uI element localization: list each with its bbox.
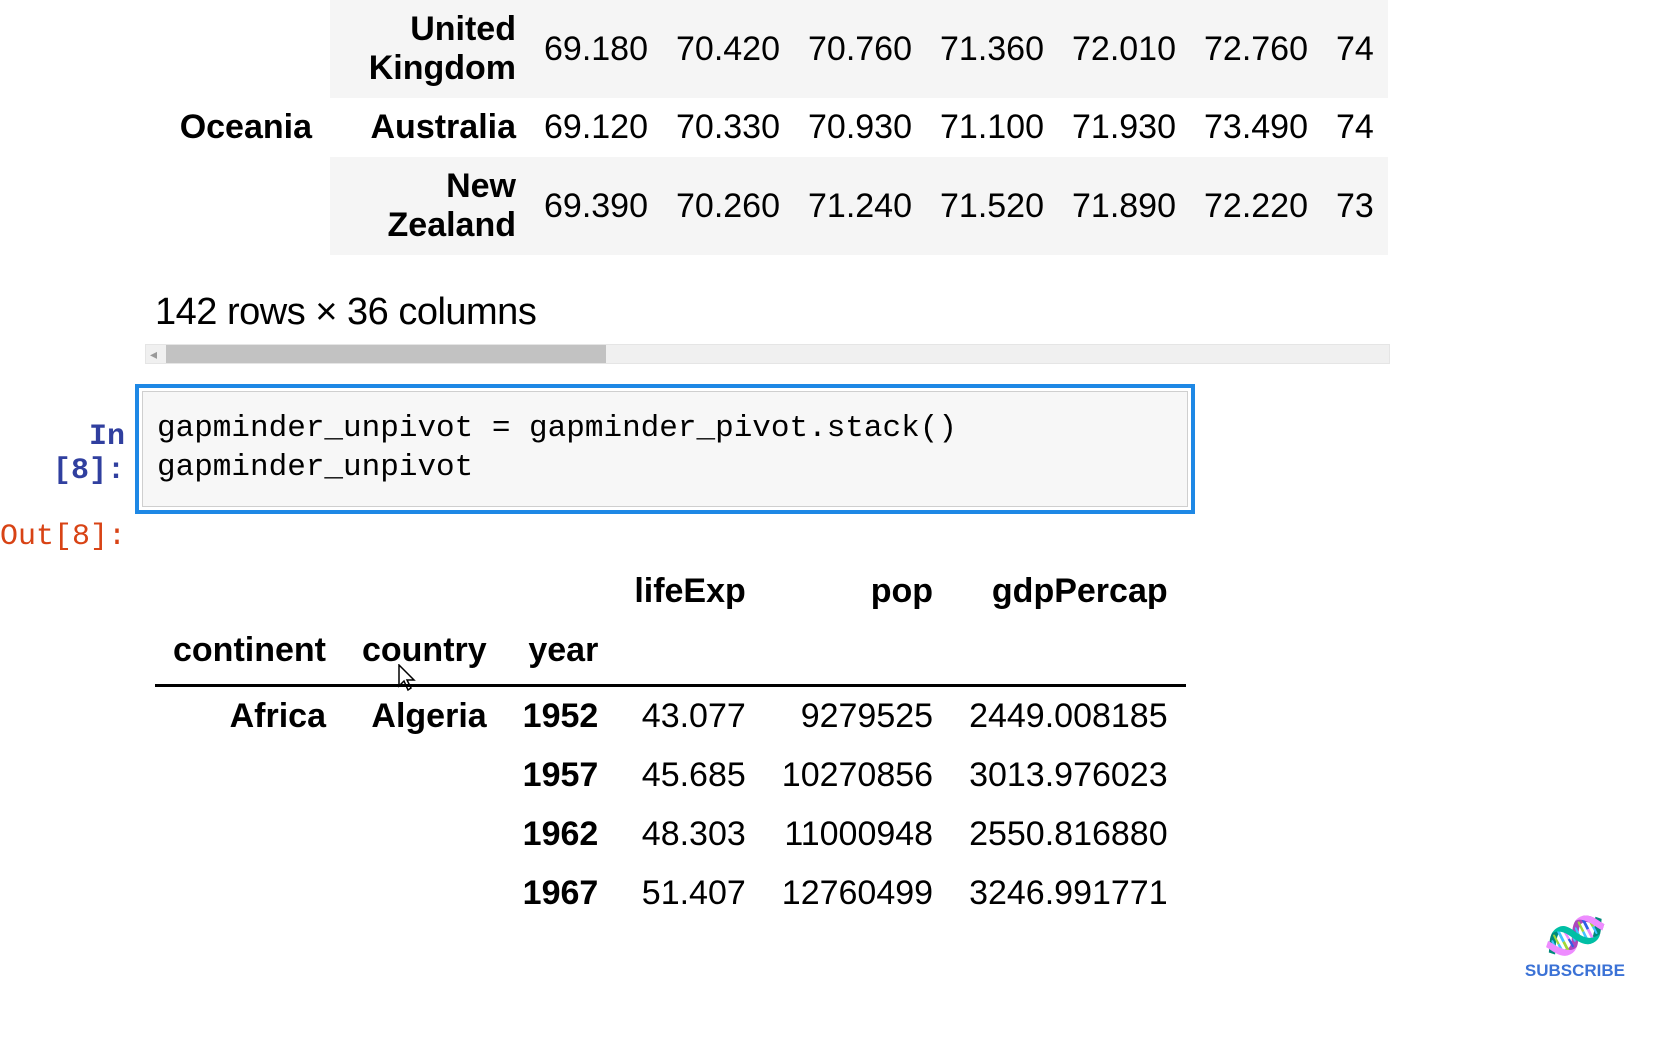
output-prompt: Out[8]: xyxy=(0,514,135,554)
value-cell: 71.100 xyxy=(926,98,1058,157)
pop-cell: 11000948 xyxy=(764,805,951,864)
gdpPercap-cell: 3013.976023 xyxy=(951,746,1186,805)
value-cell: 71.890 xyxy=(1058,157,1190,255)
table-row: United Kingdom69.18070.42070.76071.36072… xyxy=(155,0,1388,98)
value-cell: 74 xyxy=(1322,98,1388,157)
value-cell: 70.260 xyxy=(662,157,794,255)
scroll-left-arrow[interactable]: ◂ xyxy=(150,346,157,363)
value-cell: 69.120 xyxy=(530,98,662,157)
pop-cell: 12760499 xyxy=(764,864,951,923)
subscribe-badge[interactable]: 🧬 SUBSCRIBE xyxy=(1525,915,1625,981)
value-cell: 71.520 xyxy=(926,157,1058,255)
lifeExp-cell: 48.303 xyxy=(616,805,763,864)
value-cell: 72.010 xyxy=(1058,0,1190,98)
index-header: country xyxy=(344,621,505,686)
column-header xyxy=(155,562,344,621)
lifeExp-cell: 45.685 xyxy=(616,746,763,805)
code-cell: In [8]: gapminder_unpivot = gapminder_pi… xyxy=(0,384,1680,514)
dataframe-dimensions: 142 rows × 36 columns xyxy=(155,291,1680,334)
country-cell xyxy=(344,805,505,864)
country-cell: Australia xyxy=(330,98,530,157)
column-header: lifeExp xyxy=(616,562,763,621)
pop-cell: 10270856 xyxy=(764,746,951,805)
continent-cell xyxy=(155,157,330,255)
column-header xyxy=(344,562,505,621)
continent-cell: Oceania xyxy=(155,98,330,157)
table-row: 196751.407127604993246.991771 xyxy=(155,864,1186,923)
continent-cell xyxy=(155,746,344,805)
index-header xyxy=(764,621,951,686)
table-row: New Zealand69.39070.26071.24071.52071.89… xyxy=(155,157,1388,255)
table-row: 196248.303110009482550.816880 xyxy=(155,805,1186,864)
scroll-thumb[interactable] xyxy=(166,345,606,363)
column-header: pop xyxy=(764,562,951,621)
lower-dataframe-table: lifeExppopgdpPercap continentcountryyear… xyxy=(155,562,1186,923)
value-cell: 72.760 xyxy=(1190,0,1322,98)
value-cell: 71.930 xyxy=(1058,98,1190,157)
value-cell: 73.490 xyxy=(1190,98,1322,157)
gdpPercap-cell: 2550.816880 xyxy=(951,805,1186,864)
horizontal-scrollbar[interactable]: ◂ xyxy=(145,344,1390,364)
continent-cell xyxy=(155,0,330,98)
notebook-output-area: United Kingdom69.18070.42070.76071.36072… xyxy=(0,0,1680,923)
index-header xyxy=(951,621,1186,686)
year-cell: 1967 xyxy=(505,864,617,923)
code-editor[interactable]: gapminder_unpivot = gapminder_pivot.stac… xyxy=(142,391,1188,507)
year-cell: 1952 xyxy=(505,685,617,746)
value-cell: 72.220 xyxy=(1190,157,1322,255)
country-cell: United Kingdom xyxy=(330,0,530,98)
index-header xyxy=(616,621,763,686)
code-container-selected[interactable]: gapminder_unpivot = gapminder_pivot.stac… xyxy=(135,384,1195,514)
continent-cell xyxy=(155,805,344,864)
country-cell xyxy=(344,746,505,805)
index-header: continent xyxy=(155,621,344,686)
value-cell: 73 xyxy=(1322,157,1388,255)
value-cell: 70.420 xyxy=(662,0,794,98)
country-cell: New Zealand xyxy=(330,157,530,255)
value-cell: 71.240 xyxy=(794,157,926,255)
column-header: gdpPercap xyxy=(951,562,1186,621)
upper-dataframe-table: United Kingdom69.18070.42070.76071.36072… xyxy=(155,0,1388,255)
value-cell: 69.180 xyxy=(530,0,662,98)
value-cell: 70.760 xyxy=(794,0,926,98)
table-row: AfricaAlgeria195243.07792795252449.00818… xyxy=(155,685,1186,746)
year-cell: 1957 xyxy=(505,746,617,805)
country-cell xyxy=(344,864,505,923)
value-cell: 74 xyxy=(1322,0,1388,98)
continent-cell xyxy=(155,864,344,923)
value-cell: 70.930 xyxy=(794,98,926,157)
input-prompt: In [8]: xyxy=(0,384,135,514)
index-header: year xyxy=(505,621,617,686)
continent-cell: Africa xyxy=(155,685,344,746)
value-cell: 71.360 xyxy=(926,0,1058,98)
table-row: OceaniaAustralia69.12070.33070.93071.100… xyxy=(155,98,1388,157)
country-cell: Algeria xyxy=(344,685,505,746)
value-cell: 69.390 xyxy=(530,157,662,255)
pop-cell: 9279525 xyxy=(764,685,951,746)
lifeExp-cell: 51.407 xyxy=(616,864,763,923)
year-cell: 1962 xyxy=(505,805,617,864)
gdpPercap-cell: 2449.008185 xyxy=(951,685,1186,746)
column-header xyxy=(505,562,617,621)
gdpPercap-cell: 3246.991771 xyxy=(951,864,1186,923)
value-cell: 70.330 xyxy=(662,98,794,157)
lifeExp-cell: 43.077 xyxy=(616,685,763,746)
table-row: 195745.685102708563013.976023 xyxy=(155,746,1186,805)
